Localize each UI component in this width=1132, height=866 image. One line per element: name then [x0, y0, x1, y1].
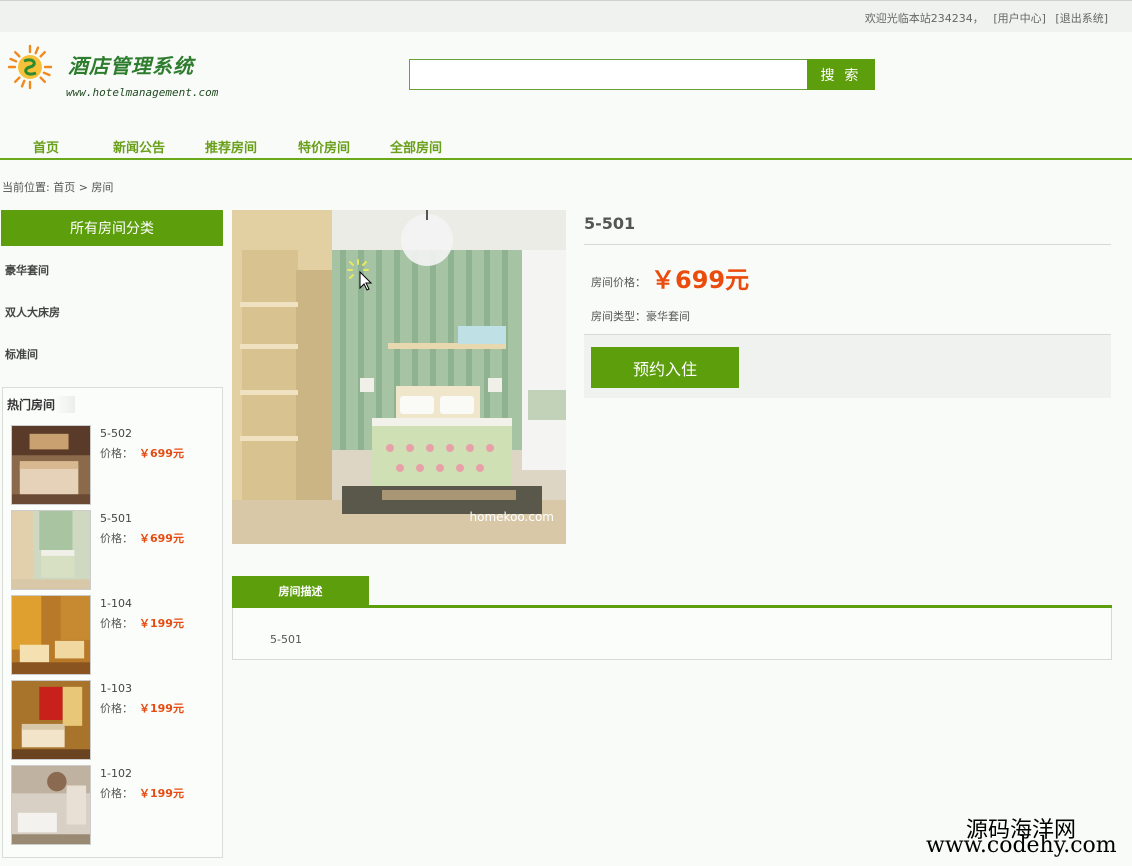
site-url: www.hotelmanagement.com — [66, 86, 219, 99]
detail-divider — [584, 244, 1111, 245]
site-title[interactable]: 酒店管理系统 — [68, 50, 194, 79]
nav-all-rooms[interactable]: 全部房间 — [390, 137, 442, 156]
hot-room-item[interactable]: 1-103 价格： ￥199元 — [11, 680, 211, 760]
category-item-standard[interactable]: 标准间 — [5, 346, 38, 362]
hot-room-name[interactable]: 5-501 — [100, 512, 132, 525]
hot-room-name[interactable]: 1-103 — [100, 682, 132, 695]
hot-room-name[interactable]: 1-102 — [100, 767, 132, 780]
tab-room-description[interactable]: 房间描述 — [232, 576, 369, 606]
sun-logo-icon[interactable] — [8, 42, 52, 92]
top-bar: 欢迎光临本站234234， [用户中心] [退出系统] — [0, 0, 1132, 32]
user-links: 欢迎光临本站234234， [用户中心] [退出系统] — [859, 10, 1108, 26]
nav-news[interactable]: 新闻公告 — [113, 137, 165, 156]
hot-room-price: 价格： ￥199元 — [100, 787, 184, 800]
logout-link[interactable]: [退出系统] — [1055, 12, 1108, 25]
hot-room-name[interactable]: 5-502 — [100, 427, 132, 440]
photo-watermark: homekoo.com — [469, 510, 554, 524]
room-type: 房间类型：豪华套间 — [591, 310, 690, 323]
hot-room-price: 价格： ￥199元 — [100, 617, 184, 630]
hot-room-item[interactable]: 5-501 价格： ￥699元 — [11, 510, 211, 590]
book-room-button[interactable]: 预约入住 — [591, 347, 739, 388]
welcome-text: 欢迎光临本站234234， — [864, 12, 984, 25]
description-text: 5-501 — [270, 633, 302, 646]
category-item-double[interactable]: 双人大床房 — [5, 304, 60, 320]
hot-room-item[interactable]: 5-502 价格： ￥699元 — [11, 425, 211, 505]
nav-home[interactable]: 首页 — [33, 137, 59, 156]
user-center-link[interactable]: [用户中心] — [993, 12, 1046, 25]
search-input[interactable] — [409, 59, 808, 90]
hot-rooms-title: 热门房间 — [7, 396, 76, 413]
hot-room-price: 价格： ￥199元 — [100, 702, 184, 715]
nav-recommended[interactable]: 推荐房间 — [205, 137, 257, 156]
search-button[interactable]: 搜 索 — [807, 59, 875, 90]
nav-special[interactable]: 特价房间 — [298, 137, 350, 156]
hot-room-price: 价格： ￥699元 — [100, 532, 184, 545]
room-main-image[interactable]: homekoo.com — [232, 210, 566, 544]
room-photo — [232, 210, 566, 544]
room-thumbnail[interactable] — [11, 680, 91, 760]
price-label: 房间价格： — [591, 276, 646, 289]
hot-room-name[interactable]: 1-104 — [100, 597, 132, 610]
room-price: ￥699元 — [651, 266, 750, 294]
room-thumbnail[interactable] — [11, 765, 91, 845]
hot-room-item[interactable]: 1-102 价格： ￥199元 — [11, 765, 211, 845]
main-nav: 首页 新闻公告 推荐房间 特价房间 全部房间 — [0, 134, 1132, 160]
category-header: 所有房间分类 — [1, 210, 223, 246]
description-panel — [232, 608, 1112, 660]
hot-room-price: 价格： ￥699元 — [100, 447, 184, 460]
hot-rooms-panel: 热门房间 5-502 价格： ￥699元 5-501 价格： ￥699元 1-1… — [2, 387, 223, 858]
room-thumbnail[interactable] — [11, 425, 91, 505]
room-thumbnail[interactable] — [11, 595, 91, 675]
site-watermark-url: www.codehy.com — [926, 833, 1117, 858]
hot-room-item[interactable]: 1-104 价格： ￥199元 — [11, 595, 211, 675]
room-thumbnail[interactable] — [11, 510, 91, 590]
room-name: 5-501 — [584, 214, 636, 233]
breadcrumb: 当前位置: 首页 > 房间 — [2, 181, 114, 194]
category-item-deluxe[interactable]: 豪华套间 — [5, 262, 49, 278]
